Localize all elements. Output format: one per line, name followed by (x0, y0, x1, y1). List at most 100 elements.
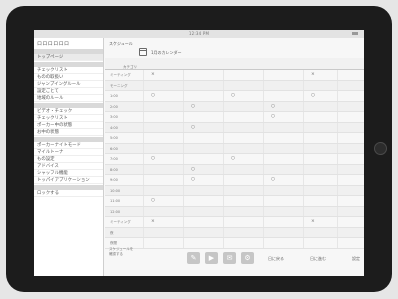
column-divider (223, 80, 224, 90)
table-row[interactable]: 11:00 ○ (105, 196, 364, 207)
column-divider (183, 122, 184, 132)
column-divider (263, 206, 264, 216)
sidebar-item[interactable]: 設定ごとて (34, 88, 103, 95)
mail-icon[interactable]: ✉ (223, 252, 236, 264)
table-row[interactable]: 7:00 ○ ○ (105, 154, 364, 165)
page-title: スケジュール (109, 41, 133, 46)
sidebar-item[interactable]: トッパイアプリケーション (34, 177, 103, 184)
table-row[interactable]: モーニング (105, 80, 364, 91)
sidebar-item[interactable]: ものの取扱い (34, 74, 103, 81)
column-divider (183, 143, 184, 153)
calendar-label[interactable]: 1月のカレンダー (151, 50, 182, 56)
sidebar-item[interactable]: アドバイス (34, 163, 103, 170)
column-divider (143, 206, 144, 216)
column-divider (143, 101, 144, 111)
column-divider (183, 101, 184, 111)
column-divider (337, 80, 338, 90)
table-row[interactable]: ミーティング × × (105, 70, 364, 81)
schedule-mark: ○ (151, 156, 155, 161)
row-label: 12:00 (110, 209, 121, 214)
table-row[interactable]: 10:00 (105, 185, 364, 196)
row-label: ミーティング (110, 73, 131, 77)
column-divider (337, 91, 338, 101)
column-divider (183, 154, 184, 164)
table-row[interactable]: ミーティング × × (105, 217, 364, 228)
play-icon[interactable]: ▶ (205, 252, 218, 264)
column-divider (223, 101, 224, 111)
column-divider (143, 185, 144, 195)
schedule-mark: ○ (191, 124, 195, 130)
column-divider (337, 175, 338, 185)
column-divider (223, 112, 224, 122)
sidebar-item[interactable]: マイルトーナ (34, 149, 103, 156)
column-divider (223, 91, 224, 101)
home-button[interactable] (374, 142, 387, 155)
table-row[interactable]: 夜 (105, 227, 364, 238)
sidebar-item[interactable]: 地域のルール (34, 95, 103, 102)
column-divider (337, 133, 338, 143)
row-label: 夜 (110, 230, 114, 235)
next-day-link[interactable]: 日に進む (310, 256, 326, 262)
column-divider (337, 227, 338, 237)
row-label: 4:00 (110, 125, 118, 130)
table-header: カテゴリ (105, 58, 364, 70)
sidebar-item[interactable]: もの設定 (34, 156, 103, 163)
column-divider (303, 154, 304, 164)
column-divider (303, 164, 304, 174)
column-divider (223, 154, 224, 164)
column-divider (223, 185, 224, 195)
sidebar-item[interactable]: ジャンプイングルール (34, 81, 103, 88)
table-row[interactable]: 8:00 ○ (105, 164, 364, 175)
battery-icon (352, 32, 358, 35)
sidebar-item[interactable]: トップページ (34, 54, 103, 61)
table-row[interactable]: 12:00 (105, 206, 364, 217)
status-time: 12:34 PM (188, 31, 210, 36)
table-row[interactable]: 2:00 ○ ○ (105, 101, 364, 112)
column-divider (263, 196, 264, 206)
column-divider (223, 133, 224, 143)
column-divider (143, 196, 144, 206)
row-label: ミーティング (110, 220, 131, 224)
column-divider (143, 112, 144, 122)
row-label: 1:00 (110, 94, 118, 98)
sidebar-item[interactable]: ポーカーナイトモード (34, 142, 103, 149)
table-row[interactable]: 5:00 (105, 133, 364, 144)
sidebar-item[interactable]: シャッフル機能 (34, 170, 103, 177)
table-row[interactable]: 3:00 ○ (105, 112, 364, 123)
schedule-mark: ○ (271, 103, 275, 109)
column-divider (143, 80, 144, 90)
table-row[interactable]: 6:00 (105, 143, 364, 154)
settings-icon[interactable]: ⚙ (241, 252, 254, 264)
controls-row: 1月のカレンダー (105, 47, 364, 58)
column-divider (337, 206, 338, 216)
column-divider (183, 164, 184, 174)
sidebar-item[interactable]: ロックする (34, 190, 103, 197)
sidebar-item[interactable]: ビデオ・チェック (34, 108, 103, 115)
column-divider (303, 80, 304, 90)
table-row[interactable]: 4:00 ○ (105, 122, 364, 133)
status-bar: 12:34 PM (34, 30, 364, 38)
column-divider (223, 175, 224, 185)
column-divider (337, 154, 338, 164)
schedule-mark: ○ (191, 177, 195, 182)
calendar-icon[interactable] (139, 48, 147, 56)
column-divider (263, 91, 264, 101)
sidebar-item[interactable]: チェックリスト (34, 67, 103, 74)
column-divider (337, 185, 338, 195)
table-row[interactable]: 9:00 ○ ○ (105, 175, 364, 186)
prev-day-link[interactable]: 日に戻る (268, 256, 284, 262)
sidebar-item[interactable]: チェックリスト (34, 115, 103, 122)
column-divider (183, 91, 184, 101)
settings-link[interactable]: 設定 (352, 256, 360, 262)
column-divider (337, 112, 338, 122)
column-divider (263, 122, 264, 132)
column-divider (223, 227, 224, 237)
schedule-mark: ○ (271, 177, 275, 182)
column-divider (303, 227, 304, 237)
table-row[interactable]: 1:00 ○ ○ ○ (105, 91, 364, 102)
sidebar-item[interactable]: お中の状態 (34, 129, 103, 136)
sidebar-item[interactable]: ポーカー中の状態 (34, 122, 103, 129)
column-divider (303, 133, 304, 143)
toolbar: ✎ ▶ ✉ ⚙ (187, 252, 254, 264)
edit-icon[interactable]: ✎ (187, 252, 200, 264)
